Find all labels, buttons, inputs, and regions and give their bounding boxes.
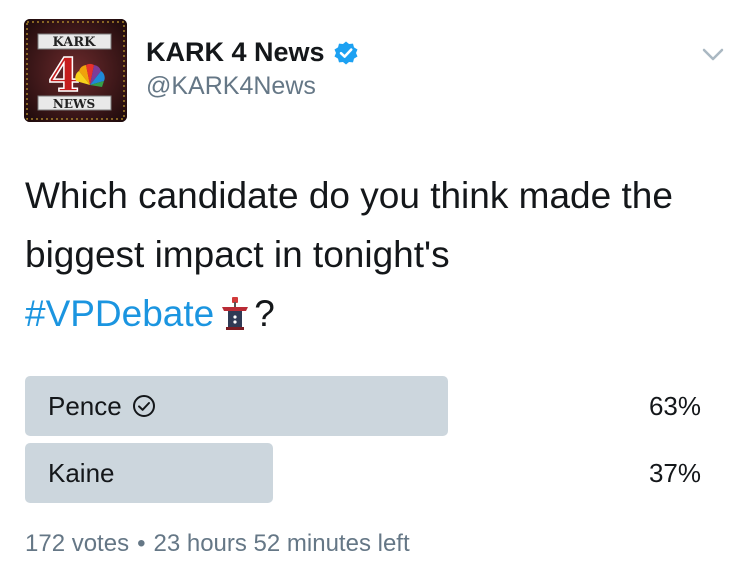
poll-option-label: Kaine <box>48 458 115 488</box>
account-handle[interactable]: @KARK4News <box>146 72 316 101</box>
poll-meta: 172 votes • 23 hours 52 minutes left <box>25 530 410 558</box>
tweet-text: Which candidate do you think made the bi… <box>25 166 730 347</box>
poll-option-label: Pence <box>48 391 122 421</box>
poll-vote-count: 172 votes <box>25 530 130 557</box>
poll-time-left: 23 hours 52 minutes left <box>153 530 410 557</box>
display-name-text[interactable]: KARK 4 News <box>146 37 325 68</box>
tweet-question-end: ? <box>254 293 275 334</box>
chevron-down-icon[interactable] <box>698 40 728 70</box>
poll-option-percent: 37% <box>648 458 701 488</box>
poll-option-label-wrap: Pence <box>48 376 156 436</box>
hashtag-link[interactable]: #VPDebate <box>25 293 214 334</box>
poll-option-pence[interactable]: Pence 63% <box>25 376 717 436</box>
poll-meta-separator: • <box>137 530 146 557</box>
check-circle-icon <box>132 394 156 418</box>
display-name[interactable]: KARK 4 News <box>146 37 359 68</box>
avatar-bottom-text: NEWS <box>53 97 95 111</box>
poll-option-kaine[interactable]: Kaine 37% <box>25 443 717 503</box>
avatar-number: 4 <box>48 48 80 102</box>
tweet-question: Which candidate do you think made the bi… <box>25 175 673 275</box>
account-avatar[interactable]: KARK 4 NEWS <box>24 19 127 122</box>
verified-badge-icon <box>333 40 359 66</box>
podium-emoji-icon <box>220 288 250 347</box>
poll-option-percent: 63% <box>648 391 701 421</box>
poll-option-label-wrap: Kaine <box>48 443 115 503</box>
